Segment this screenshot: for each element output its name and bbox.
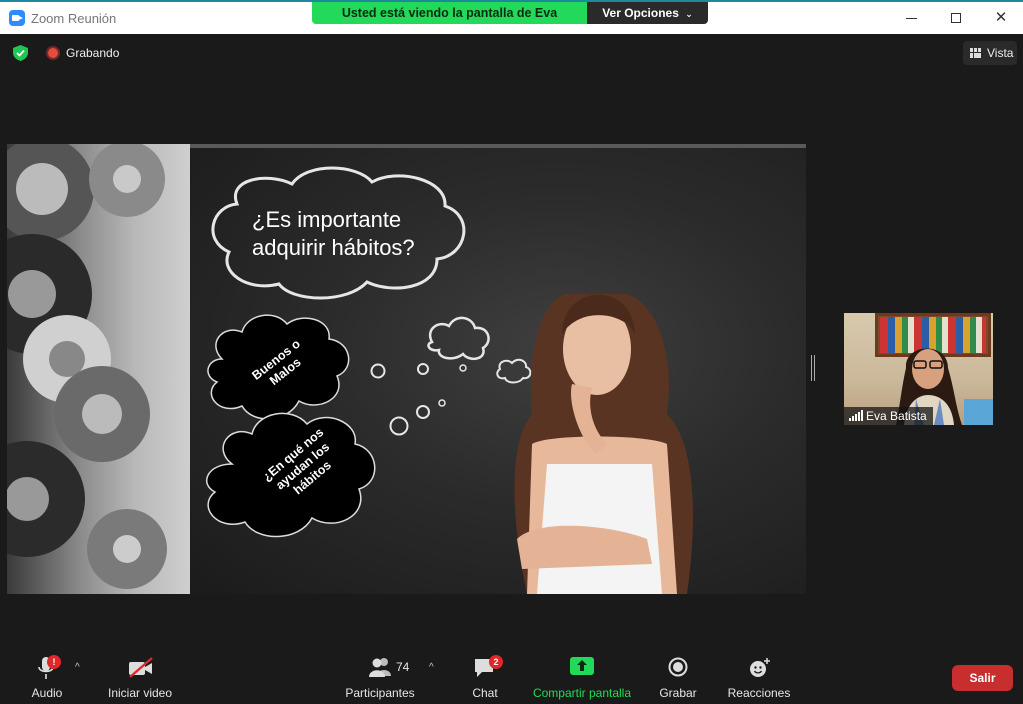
audio-label: Audio (31, 686, 63, 700)
chat-unread-badge: 2 (489, 655, 503, 669)
audio-options-caret-icon[interactable]: ^ (75, 662, 80, 673)
meeting-toolbar: ! Audio ^ Iniciar video 74 Participantes… (0, 646, 1023, 704)
start-video-button[interactable]: Iniciar video (104, 654, 176, 704)
reactions-icon (750, 658, 770, 677)
participant-name: Eva Batista (866, 409, 927, 423)
view-options-button[interactable]: Ver Opciones ⌄ (587, 2, 708, 24)
view-button[interactable]: Vista (963, 41, 1017, 65)
gear-icon (7, 144, 167, 589)
view-options-label: Ver Opciones (602, 6, 679, 20)
share-banner: Usted está viendo la pantalla de Eva Bat… (312, 2, 708, 24)
participant-name-tag: Eva Batista (844, 407, 933, 425)
panel-resize-handle[interactable] (811, 355, 815, 381)
share-screen-label: Compartir pantalla (532, 686, 632, 700)
recording-label: Grabando (66, 46, 120, 60)
start-video-label: Iniciar video (107, 686, 173, 700)
chevron-down-icon: ⌄ (685, 9, 693, 19)
audio-button[interactable]: ! Audio (20, 654, 74, 704)
reactions-label: Reacciones (727, 686, 791, 700)
leave-meeting-button[interactable]: Salir (952, 665, 1013, 691)
participant-video-tile[interactable]: Eva Batista (844, 313, 993, 425)
close-icon[interactable]: ✕ (981, 6, 1021, 30)
share-screen-icon (570, 657, 594, 675)
participants-label: Participantes (345, 686, 415, 700)
chat-label: Chat (472, 686, 498, 700)
video-off-icon (129, 657, 153, 678)
grid-view-icon (970, 48, 981, 58)
participants-count: 74 (396, 660, 410, 674)
record-icon (668, 657, 688, 677)
recording-icon (46, 46, 60, 60)
view-label: Vista (987, 46, 1014, 60)
minimize-icon[interactable] (891, 6, 931, 30)
window-title: Zoom Reunión (31, 11, 117, 26)
shared-screen[interactable]: ¿Es importante adquirir hábitos? Buenos … (7, 144, 806, 594)
slide-question: ¿Es importante adquirir hábitos? (252, 207, 415, 260)
audio-warning-badge: ! (47, 655, 61, 669)
reactions-button[interactable]: Reacciones (726, 654, 792, 704)
zoom-app-icon (9, 10, 25, 26)
chat-button[interactable]: 2 Chat (466, 654, 504, 704)
record-button[interactable]: Grabar (656, 654, 700, 704)
share-screen-button[interactable]: Compartir pantalla (530, 654, 634, 704)
viewing-screen-text: Usted está viendo la pantalla de Eva Bat… (312, 2, 587, 24)
participants-options-caret-icon[interactable]: ^ (429, 662, 434, 673)
record-label: Grabar (659, 686, 697, 700)
woman-thinking-image (514, 294, 693, 594)
maximize-icon[interactable] (936, 6, 976, 30)
shield-check-icon[interactable] (13, 45, 28, 61)
participants-button[interactable]: 74 Participantes (344, 654, 416, 704)
participants-icon (369, 658, 391, 677)
signal-strength-icon (849, 410, 863, 421)
